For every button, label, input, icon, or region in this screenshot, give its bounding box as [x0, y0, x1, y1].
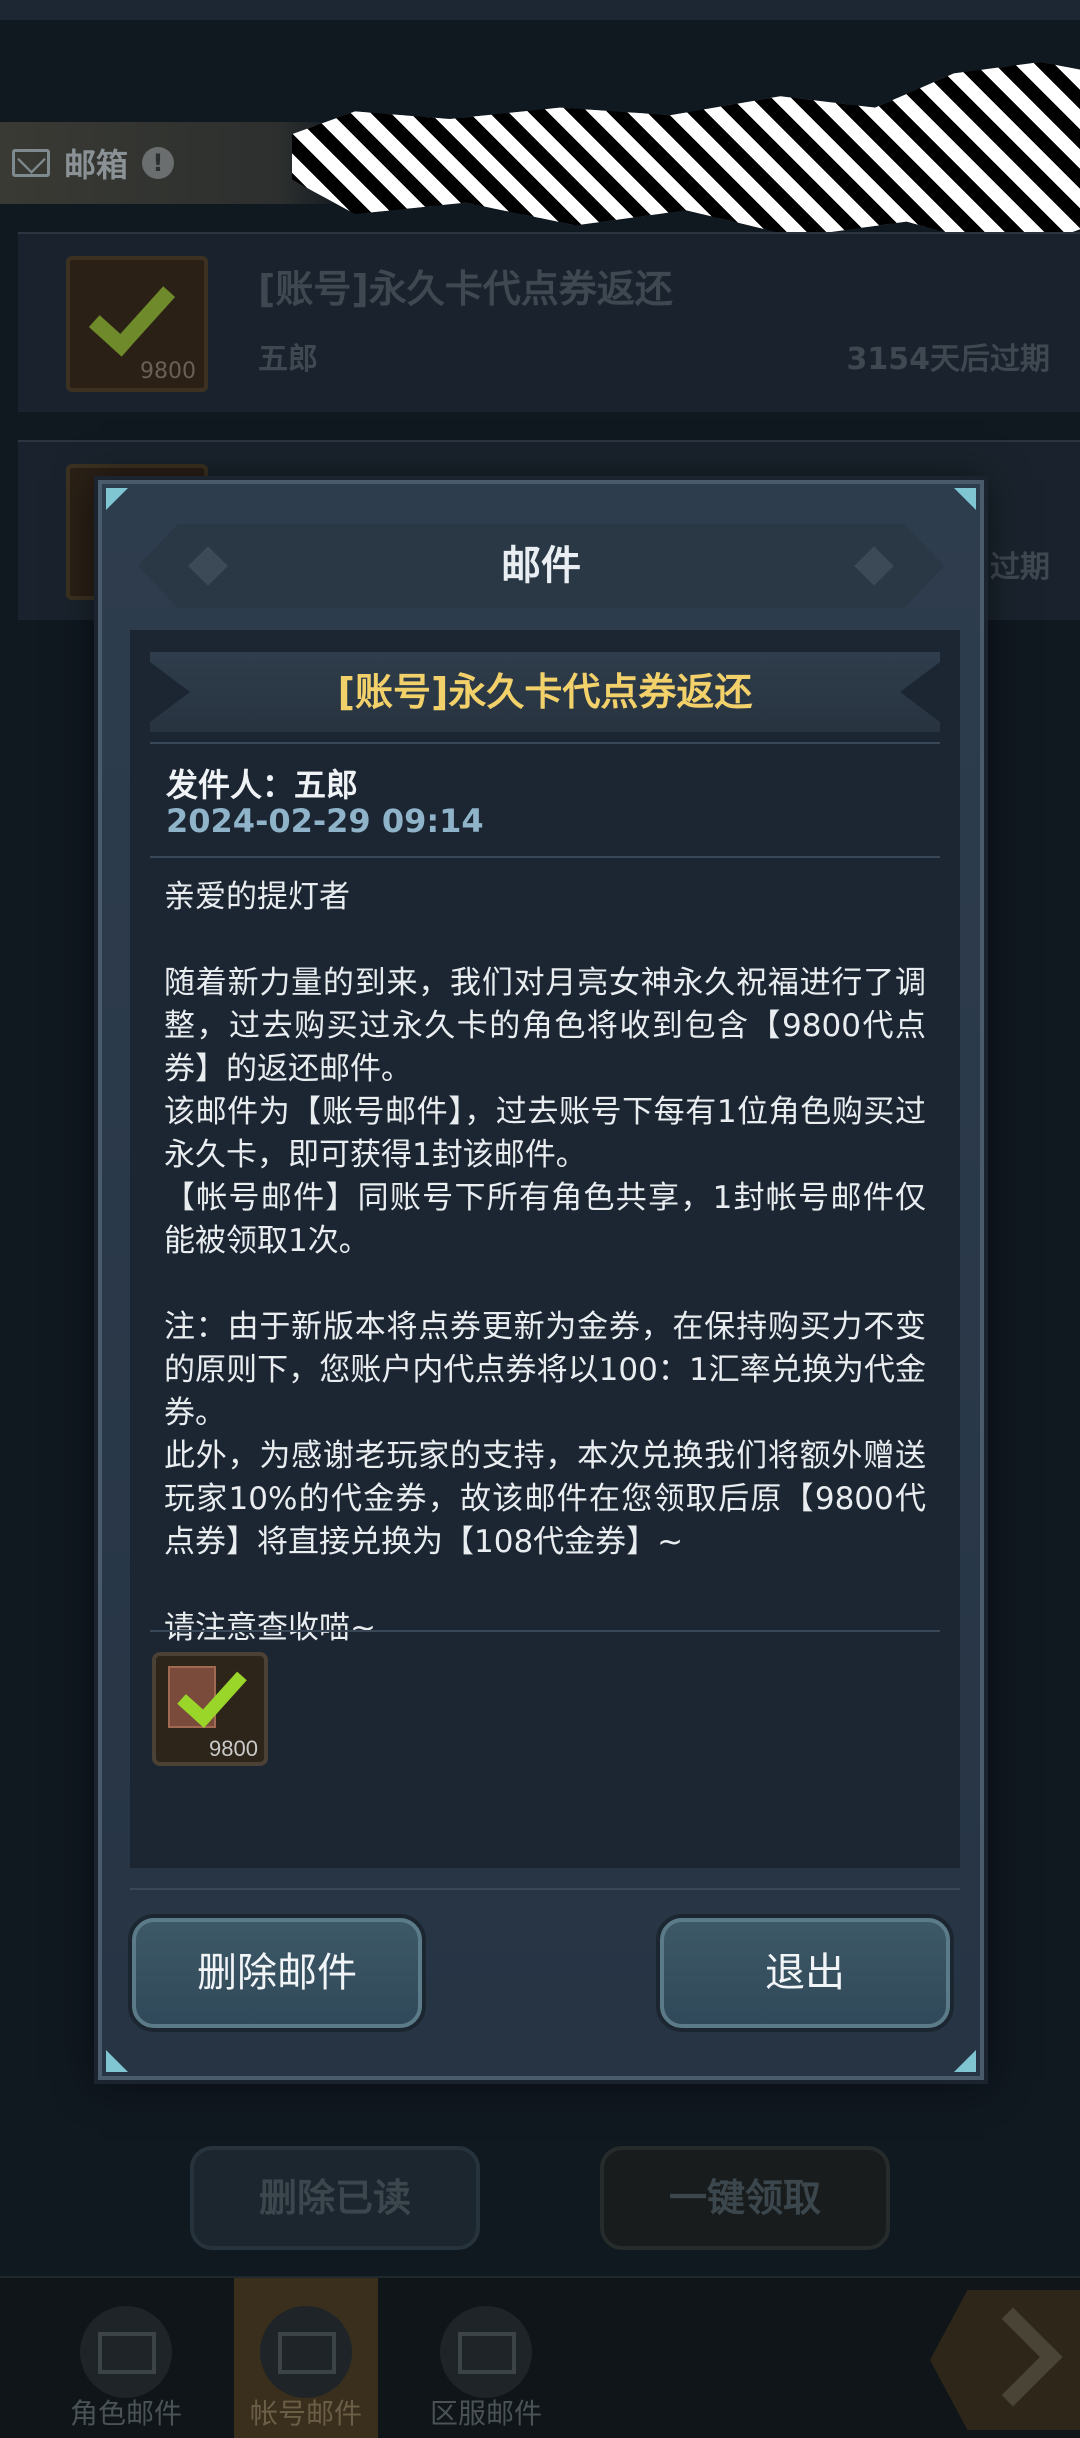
mail-list-item[interactable]: 9800 [账号]永久卡代点券返还 五郎 3154天后过期 — [18, 232, 1080, 412]
mail-expire: 3154天后过期 — [846, 342, 1051, 377]
sender-line: 发件人：五郎 — [166, 766, 359, 804]
content-line: 注：由于新版本将点券更新为金券，在保持购买力不变的原则下，您账户内代点券将以10… — [164, 1309, 926, 1431]
status-bar — [0, 0, 1080, 20]
mail-date: 2024-02-29 09:14 — [166, 802, 484, 840]
attachment-item[interactable]: 9800 — [152, 1652, 268, 1766]
info-icon[interactable]: ! — [142, 147, 175, 179]
tab-account-mail[interactable]: 帐号邮件 — [234, 2278, 378, 2438]
mail-content: 亲爱的提灯者 随着新力量的到来，我们对月亮女神永久祝福进行了调整，过去购买过永久… — [164, 876, 926, 1650]
tab-server-mail[interactable]: 区服邮件 — [414, 2278, 558, 2438]
mailbox-title: 邮箱 — [64, 146, 129, 184]
server-mail-icon — [440, 2306, 532, 2398]
frame-corner — [106, 488, 128, 510]
divider — [150, 1630, 940, 1632]
diamond-ornament — [188, 546, 228, 586]
mail-body-panel[interactable]: [账号]永久卡代点券返还 发件人：五郎 2024-02-29 09:14 亲爱的… — [130, 630, 960, 1868]
divider — [150, 856, 940, 858]
frame-corner — [954, 2050, 976, 2072]
content-line: 【帐号邮件】同账号下所有角色共享，1封帐号邮件仅能被领取1次。 — [164, 1180, 926, 1259]
account-mail-icon — [260, 2306, 352, 2398]
tab-character-mail[interactable]: 角色邮件 — [54, 2278, 198, 2438]
redaction-scribble — [292, 62, 1080, 252]
content-line — [164, 1263, 926, 1306]
subject-banner: [账号]永久卡代点券返还 — [150, 652, 940, 732]
content-line: 随着新力量的到来，我们对月亮女神永久祝福进行了调整，过去购买过永久卡的角色将收到… — [164, 965, 926, 1087]
content-line — [164, 919, 926, 962]
content-line: 亲爱的提灯者 — [164, 879, 350, 915]
mail-sender: 五郎 — [258, 342, 318, 377]
mail-icon — [12, 149, 50, 177]
delete-read-button[interactable]: 删除已读 — [190, 2146, 480, 2250]
diamond-ornament — [854, 546, 894, 586]
mail-subject-title: [账号]永久卡代点券返还 — [337, 670, 753, 714]
attachment-count: 9800 — [209, 1736, 258, 1761]
mail-tab-bar: 角色邮件 帐号邮件 区服邮件 — [0, 2276, 1080, 2438]
exit-button[interactable]: 退出 — [660, 1918, 950, 2028]
delete-mail-button[interactable]: 删除邮件 — [132, 1918, 422, 2028]
mail-item-icon: 9800 — [66, 256, 208, 392]
dialog-header: 邮件 — [138, 524, 944, 608]
dialog-title: 邮件 — [501, 543, 581, 589]
frame-corner — [106, 2050, 128, 2072]
content-line: 此外，为感谢老玩家的支持，本次兑换我们将额外赠送玩家10%的代金券，故该邮件在您… — [164, 1438, 926, 1560]
mail-subject: [账号]永久卡代点券返还 — [258, 267, 673, 311]
content-line — [164, 1564, 926, 1607]
envelope-icon — [80, 2306, 172, 2398]
divider — [130, 1888, 960, 1890]
arrow-icon — [963, 2307, 1063, 2407]
frame-corner — [954, 488, 976, 510]
content-line: 该邮件为【账号邮件】，过去账号下每有1位角色购买过永久卡，即可获得1封该邮件。 — [164, 1094, 926, 1173]
mail-detail-dialog: 邮件 [账号]永久卡代点券返还 发件人：五郎 2024-02-29 09:14 … — [98, 480, 984, 2080]
divider — [150, 742, 940, 744]
mail-expire: 过期 — [990, 550, 1050, 585]
claim-all-button[interactable]: 一键领取 — [600, 2146, 890, 2250]
check-icon — [88, 267, 176, 357]
content-line: 请注意查收喵~ — [164, 1610, 376, 1646]
